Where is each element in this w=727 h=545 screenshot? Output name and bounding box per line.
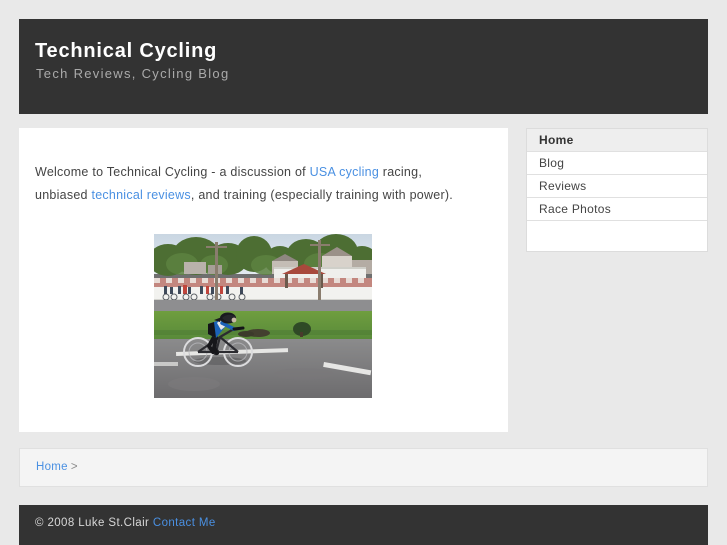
- site-footer: © 2008 Luke St.Clair Contact Me: [19, 505, 708, 545]
- contact-me-link[interactable]: Contact Me: [153, 517, 216, 529]
- sidebar-item-race-photos[interactable]: Race Photos: [527, 198, 707, 221]
- sidebar-empty-row: [527, 221, 707, 251]
- page-root: Technical Cycling Tech Reviews, Cycling …: [0, 0, 727, 545]
- intro-text-part-1: Welcome to Technical Cycling - a discuss…: [35, 164, 310, 179]
- site-tagline: Tech Reviews, Cycling Blog: [36, 66, 230, 81]
- breadcrumb-home-link[interactable]: Home: [36, 461, 68, 473]
- intro-paragraph: Welcome to Technical Cycling - a discuss…: [35, 161, 475, 207]
- technical-reviews-link[interactable]: technical reviews: [91, 188, 190, 202]
- breadcrumb: Home >: [36, 461, 78, 473]
- sidebar-item-reviews[interactable]: Reviews: [527, 175, 707, 198]
- main-content-panel: Welcome to Technical Cycling - a discuss…: [19, 128, 508, 432]
- sidebar-item-home[interactable]: Home: [527, 129, 707, 152]
- site-header: Technical Cycling Tech Reviews, Cycling …: [19, 19, 708, 114]
- usa-cycling-link[interactable]: USA cycling: [310, 165, 379, 179]
- sidebar-item-blog[interactable]: Blog: [527, 152, 707, 175]
- breadcrumb-separator: >: [70, 461, 78, 473]
- intro-text-part-3: , and training (especially training with…: [190, 187, 454, 202]
- copyright-text: © 2008 Luke St.Clair: [35, 517, 153, 529]
- site-title: Technical Cycling: [35, 40, 218, 62]
- breadcrumb-bar: Home >: [19, 448, 708, 487]
- sidebar-navigation: Home Blog Reviews Race Photos: [526, 128, 708, 252]
- cyclist-time-trial-photo: [154, 234, 372, 398]
- footer-text: © 2008 Luke St.Clair Contact Me: [35, 517, 216, 529]
